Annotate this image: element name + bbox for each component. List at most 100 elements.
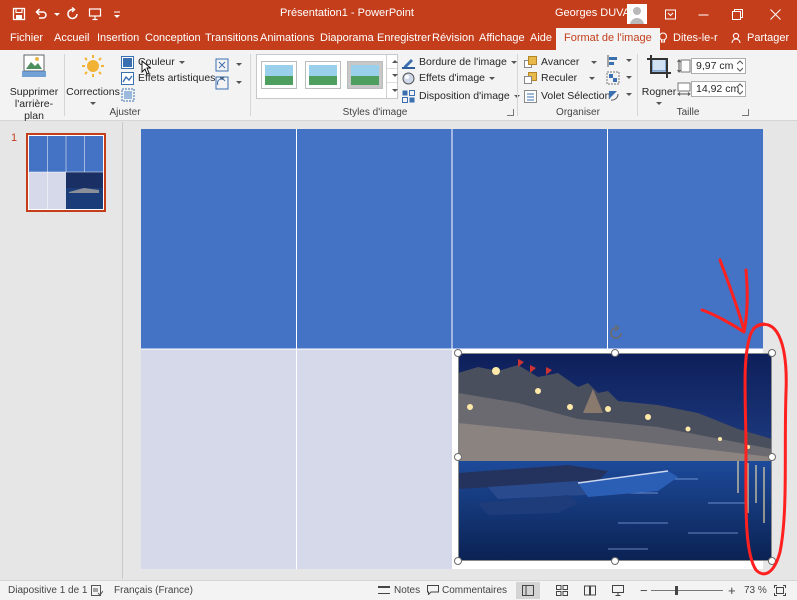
group-label-styles: Styles d'image <box>342 107 408 118</box>
gallery-scroll[interactable] <box>386 55 398 98</box>
tab-diaporama[interactable]: Diaporama <box>320 28 374 50</box>
send-backward-button[interactable]: Reculer <box>524 70 596 86</box>
ribbon-separator <box>517 54 518 116</box>
tab-fichier[interactable]: Fichier <box>10 28 43 50</box>
spin-arrows-icon[interactable] <box>737 83 743 95</box>
picture-style-3[interactable] <box>347 61 383 89</box>
slideshow-icon <box>88 8 102 21</box>
tab-revision[interactable]: Révision <box>432 28 474 50</box>
tell-me-box[interactable]: Dites-le-r <box>657 28 718 50</box>
user-name[interactable]: Georges DUVAL <box>555 7 636 19</box>
group-dropdown[interactable] <box>626 76 632 79</box>
start-slideshow-button[interactable] <box>84 3 106 25</box>
gallery-down-icon[interactable] <box>387 69 398 83</box>
notes-button[interactable]: Notes <box>378 585 420 596</box>
redo-button[interactable] <box>62 3 84 25</box>
color-button[interactable]: Couleur <box>121 54 185 70</box>
rotate-icon[interactable] <box>606 88 620 102</box>
rotate-handle-icon[interactable] <box>608 325 624 341</box>
picture-layout-button[interactable]: Disposition d'image <box>402 88 520 104</box>
crop-button[interactable]: Rogner <box>640 54 678 108</box>
remove-background-button[interactable]: Supprimer l'arrière-plan <box>6 54 62 122</box>
selection-pane-button[interactable]: Volet Sélection <box>524 88 610 104</box>
slide[interactable] <box>141 129 776 569</box>
width-input[interactable]: 14,92 cm <box>691 81 746 97</box>
spelling-check-icon[interactable] <box>91 585 103 596</box>
zoom-slider[interactable] <box>651 590 723 591</box>
normal-view-button[interactable] <box>516 582 540 599</box>
picture-style-2[interactable] <box>305 61 341 89</box>
ribbon-display-options-button[interactable] <box>655 0 685 28</box>
save-button[interactable] <box>8 3 30 25</box>
close-button[interactable] <box>760 0 790 28</box>
align-icon[interactable] <box>606 54 620 68</box>
customize-qat-button[interactable] <box>106 3 128 25</box>
tab-affichage[interactable]: Affichage <box>479 28 525 50</box>
resize-handle-bottom-left[interactable] <box>454 557 462 565</box>
picture-layout-label: Disposition d'image <box>419 90 510 102</box>
change-picture-dropdown[interactable] <box>236 63 242 66</box>
resize-handle-left[interactable] <box>454 453 462 461</box>
minimize-button[interactable] <box>688 0 718 28</box>
restore-button[interactable] <box>722 0 752 28</box>
bring-forward-button[interactable]: Avancer <box>524 54 598 70</box>
tab-animations[interactable]: Animations <box>260 28 314 50</box>
picture-style-1[interactable] <box>261 61 297 89</box>
height-input[interactable]: 9,97 cm <box>691 58 746 74</box>
zoom-out-button[interactable]: − <box>640 583 648 598</box>
transparency-icon[interactable] <box>121 88 135 102</box>
picture-border-label: Bordure de l'image <box>419 56 507 68</box>
tab-accueil[interactable]: Accueil <box>54 28 89 50</box>
change-picture-icon[interactable] <box>215 76 229 90</box>
gallery-more-icon[interactable] <box>387 83 398 97</box>
share-button[interactable]: Partager <box>731 28 789 50</box>
undo-dropdown[interactable] <box>52 3 62 25</box>
rotate-dropdown[interactable] <box>626 93 632 96</box>
ribbon-separator <box>250 54 251 116</box>
resize-handle-top[interactable] <box>611 349 619 357</box>
tab-transitions[interactable]: Transitions <box>205 28 258 50</box>
slide-sorter-icon[interactable] <box>556 585 568 596</box>
resize-handle-top-left[interactable] <box>454 349 462 357</box>
compress-pictures-icon[interactable] <box>215 58 229 72</box>
resize-handle-bottom[interactable] <box>611 557 619 565</box>
restore-icon <box>731 8 743 20</box>
reading-view-icon[interactable] <box>584 585 596 596</box>
normal-view-icon <box>522 585 534 596</box>
size-dialog-launcher[interactable] <box>742 109 749 116</box>
bring-forward-icon <box>524 55 537 68</box>
gallery-up-icon[interactable] <box>387 55 398 69</box>
zoom-slider-thumb[interactable] <box>675 586 678 595</box>
group-icon[interactable] <box>606 71 620 85</box>
remove-background-label-1: Supprimer <box>9 86 59 98</box>
corrections-button[interactable]: Corrections <box>66 54 120 108</box>
height-icon <box>677 59 691 73</box>
align-dropdown[interactable] <box>626 59 632 62</box>
avatar[interactable] <box>627 4 647 24</box>
slide-thumbnail[interactable] <box>26 133 106 212</box>
tell-me-label: Dites-le-r <box>673 32 718 44</box>
language-indicator[interactable]: Français (France) <box>114 585 193 596</box>
tab-enregistrer[interactable]: Enregistrer <box>377 28 431 50</box>
artistic-effects-button[interactable]: Effets artistiques <box>121 70 226 86</box>
tab-aide[interactable]: Aide <box>530 28 552 50</box>
comment-icon <box>427 585 439 597</box>
tab-insertion[interactable]: Insertion <box>97 28 139 50</box>
picture-border-button[interactable]: Bordure de l'image <box>402 54 517 70</box>
slide-info[interactable]: Diapositive 1 de 1 <box>8 585 88 596</box>
fit-to-window-icon[interactable] <box>774 585 786 596</box>
tab-conception[interactable]: Conception <box>145 28 201 50</box>
comments-label: Commentaires <box>442 585 508 596</box>
undo-button[interactable] <box>30 3 52 25</box>
spin-arrows-icon[interactable] <box>737 60 743 72</box>
reset-picture-dropdown[interactable] <box>236 81 242 84</box>
bring-forward-label: Avancer <box>541 56 580 68</box>
comments-button[interactable]: Commentaires <box>427 585 508 597</box>
tab-format-image[interactable]: Format de l'image <box>556 28 660 50</box>
zoom-level[interactable]: 73 % <box>744 585 767 596</box>
picture-effects-button[interactable]: Effets d'image <box>402 70 496 86</box>
zoom-in-button[interactable]: + <box>728 583 736 598</box>
slideshow-view-icon[interactable] <box>612 585 624 596</box>
picture-effects-icon <box>402 72 415 84</box>
styles-dialog-launcher[interactable] <box>507 109 514 116</box>
